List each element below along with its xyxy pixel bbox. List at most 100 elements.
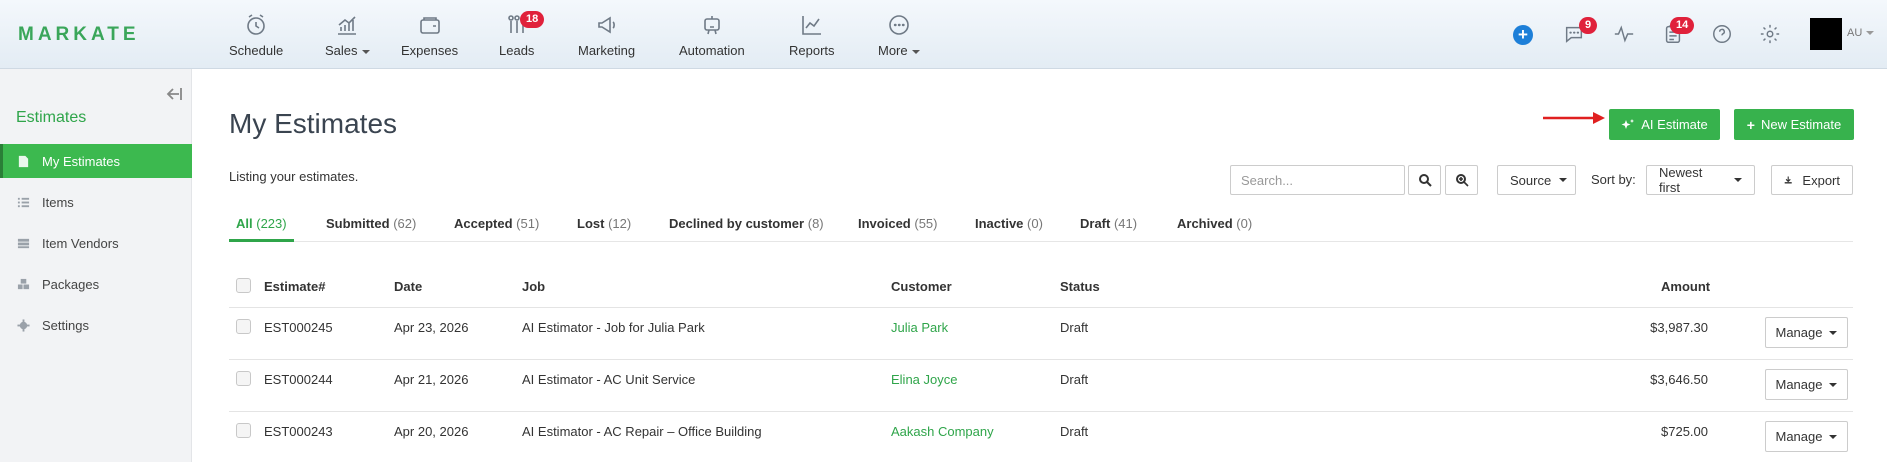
column-header-estimate[interactable]: Estimate#	[264, 279, 325, 294]
row-checkbox[interactable]	[236, 371, 251, 386]
column-header-job[interactable]: Job	[522, 279, 545, 294]
more-dots-icon	[886, 12, 912, 38]
nav-marketing-label: Marketing	[578, 43, 636, 58]
gear-icon	[16, 318, 30, 332]
ai-estimate-button[interactable]: AI Estimate	[1609, 109, 1720, 140]
manage-dropdown[interactable]: Manage	[1765, 369, 1848, 400]
estimate-date: Apr 21, 2026	[394, 372, 469, 387]
nav-automation[interactable]: Automation	[679, 12, 745, 58]
estimate-number[interactable]: EST000245	[264, 320, 333, 335]
column-header-date[interactable]: Date	[394, 279, 422, 294]
amount-value: $3,987.30	[1650, 320, 1708, 335]
top-navigation-bar: MARKATE Schedule Sales Expenses Leads 18…	[0, 0, 1887, 69]
page-title: My Estimates	[229, 108, 398, 139]
tab-inactive[interactable]: Inactive (0)	[975, 216, 1043, 231]
quick-add-plus-icon[interactable]: +	[1513, 25, 1533, 45]
search-icon	[1418, 174, 1432, 187]
status-text: Draft	[1060, 320, 1089, 335]
page-subtitle: Listing your estimates.	[229, 169, 359, 184]
export-button[interactable]: Export	[1771, 165, 1853, 195]
tab-all[interactable]: All (223)	[236, 216, 287, 231]
row-divider	[229, 411, 1853, 412]
nav-reports[interactable]: Reports	[789, 12, 835, 58]
zoom-search-icon	[1455, 174, 1469, 187]
tab-draft[interactable]: Draft (41)	[1080, 216, 1137, 231]
new-estimate-button[interactable]: + New Estimate	[1734, 109, 1854, 140]
chevron-down-icon	[1866, 31, 1875, 36]
sidebar-item-label: Item Vendors	[42, 235, 119, 251]
sidebar-item-label: Items	[42, 194, 74, 210]
download-icon	[1784, 176, 1792, 184]
sidebar-item-settings[interactable]: Settings	[0, 308, 192, 342]
source-dropdown[interactable]: Source	[1497, 165, 1576, 195]
nav-reports-label: Reports	[789, 43, 835, 58]
sidebar-item-my-estimates[interactable]: My Estimates	[0, 144, 192, 178]
nav-more[interactable]: More	[878, 12, 920, 58]
user-avatar[interactable]	[1810, 18, 1842, 50]
collapse-sidebar-icon[interactable]	[165, 86, 183, 102]
advanced-search-button[interactable]	[1445, 165, 1478, 195]
markate-logo[interactable]: MARKATE	[18, 24, 140, 46]
sidebar-item-label: Packages	[42, 276, 100, 292]
select-all-checkbox[interactable]	[236, 278, 251, 293]
tab-accepted[interactable]: Accepted (51)	[454, 216, 539, 231]
sparkle-icon	[1621, 118, 1635, 129]
sort-by-dropdown[interactable]: Newest first	[1646, 165, 1755, 195]
column-header-status[interactable]: Status	[1060, 279, 1100, 294]
settings-gear-icon[interactable]	[1758, 22, 1782, 46]
megaphone-icon	[594, 12, 620, 38]
estimate-date: Apr 20, 2026	[394, 424, 469, 439]
nav-sales-label: Sales	[325, 43, 370, 58]
nav-schedule[interactable]: Schedule	[229, 12, 283, 58]
estimate-number[interactable]: EST000244	[264, 372, 333, 387]
sidebar-item-packages[interactable]: Packages	[0, 267, 192, 301]
nav-expenses[interactable]: Expenses	[401, 12, 458, 58]
sidebar-item-item-vendors[interactable]: Item Vendors	[0, 226, 192, 260]
leads-badge: 18	[520, 11, 545, 28]
line-chart-icon	[799, 12, 825, 38]
sidebar-item-items[interactable]: Items	[0, 185, 192, 219]
user-menu[interactable]: AU	[1847, 27, 1875, 39]
search-input[interactable]	[1230, 165, 1405, 195]
amount-value: $725.00	[1661, 424, 1708, 439]
messages-badge: 9	[1579, 17, 1598, 34]
column-header-customer[interactable]: Customer	[891, 279, 952, 294]
plus-icon: +	[1746, 116, 1755, 133]
sidebar-item-label: Settings	[42, 317, 89, 333]
estimate-date: Apr 23, 2026	[394, 320, 469, 335]
tab-lost[interactable]: Lost (12)	[577, 216, 631, 231]
manage-dropdown[interactable]: Manage	[1765, 421, 1848, 452]
list-icon	[16, 195, 30, 209]
status-text: Draft	[1060, 424, 1089, 439]
nav-marketing[interactable]: Marketing	[578, 12, 635, 58]
chevron-down-icon	[361, 49, 370, 54]
estimate-job[interactable]: AI Estimator - AC Repair – Office Buildi…	[522, 424, 762, 439]
estimate-job[interactable]: AI Estimator - AC Unit Service	[522, 372, 695, 387]
tab-submitted[interactable]: Submitted (62)	[326, 216, 416, 231]
status-text: Draft	[1060, 372, 1089, 387]
customer-link[interactable]: Julia Park	[891, 320, 948, 335]
tab-declined-by-customer[interactable]: Declined by customer (8)	[669, 216, 824, 231]
row-checkbox[interactable]	[236, 423, 251, 438]
nav-sales[interactable]: Sales	[325, 12, 370, 58]
vendors-icon	[16, 236, 30, 250]
sidebar-item-label: My Estimates	[42, 153, 121, 169]
activity-pulse-icon[interactable]	[1612, 22, 1636, 46]
tab-archived[interactable]: Archived (0)	[1177, 216, 1252, 231]
chevron-down-icon	[911, 49, 920, 54]
sort-by-label: Sort by:	[1591, 172, 1636, 187]
customer-link[interactable]: Elina Joyce	[891, 372, 957, 387]
customer-link[interactable]: Aakash Company	[891, 424, 994, 439]
estimate-number[interactable]: EST000243	[264, 424, 333, 439]
search-button[interactable]	[1408, 165, 1441, 195]
column-header-amount[interactable]: Amount	[1661, 279, 1710, 294]
row-checkbox[interactable]	[236, 319, 251, 334]
chevron-down-icon	[1559, 178, 1568, 182]
help-question-icon[interactable]	[1710, 22, 1734, 46]
chevron-down-icon	[1829, 434, 1838, 439]
document-icon	[16, 154, 30, 168]
manage-dropdown[interactable]: Manage	[1765, 317, 1848, 348]
tab-invoiced[interactable]: Invoiced (55)	[858, 216, 938, 231]
estimate-job[interactable]: AI Estimator - Job for Julia Park	[522, 320, 705, 335]
amount-value: $3,646.50	[1650, 372, 1708, 387]
